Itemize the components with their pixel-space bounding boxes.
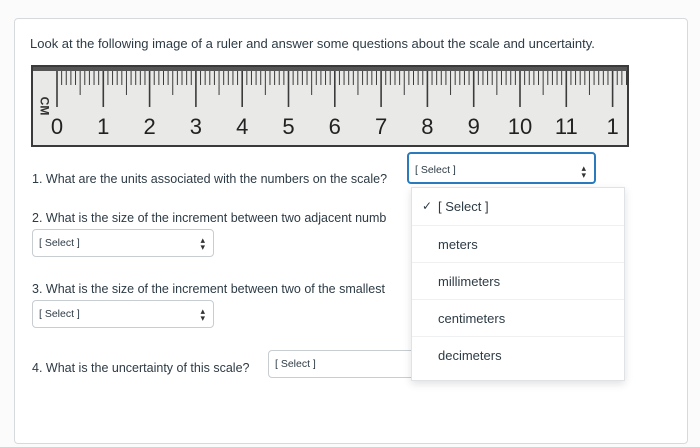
ruler-number-label: 2	[143, 114, 155, 139]
ruler-number-label: 7	[375, 114, 387, 139]
ruler-number-label: 0	[51, 114, 63, 139]
ruler-image: 0 1 2 3 4 5 6 7 8 9 10 11 1 CM	[31, 65, 629, 147]
ruler-number-label: 10	[508, 114, 532, 139]
question-1-select[interactable]: [ Select ] ▴ ▾	[407, 152, 596, 184]
dropdown-option-centimeters[interactable]: centimeters	[412, 299, 624, 336]
dropdown-option-meters[interactable]: meters	[412, 225, 624, 262]
updown-chevron-icon: ▴ ▾	[581, 163, 586, 180]
question-4-select-value: [ Select ]	[275, 358, 316, 370]
question-4-text: 4. What is the uncertainty of this scale…	[32, 361, 250, 375]
ruler-number-label: 8	[421, 114, 433, 139]
ruler-number-label: 1	[606, 114, 618, 139]
dropdown-option-label: [ Select ]	[438, 199, 489, 214]
dropdown-option-label: decimeters	[438, 348, 502, 363]
ruler-unit-label: CM	[37, 96, 52, 116]
dropdown-option-label: centimeters	[438, 311, 506, 326]
ruler-graphic: 0 1 2 3 4 5 6 7 8 9 10 11 1	[33, 67, 627, 139]
question-3-select-value: [ Select ]	[39, 308, 80, 320]
question-1-select-value: [ Select ]	[415, 164, 456, 176]
question-1-dropdown-list: ✓ [ Select ] meters millimeters centimet…	[411, 187, 625, 381]
ruler-number-label: 1	[97, 114, 109, 139]
ruler-edge	[33, 67, 627, 71]
ruler-number-label: 4	[236, 114, 248, 139]
checkmark-icon: ✓	[422, 199, 433, 213]
question-1-text: 1. What are the units associated with th…	[32, 172, 388, 186]
question-3-select[interactable]: [ Select ] ▴ ▾	[32, 300, 214, 328]
question-2-select-value: [ Select ]	[39, 237, 80, 249]
dropdown-option-label: meters	[438, 237, 478, 252]
question-prompt: Look at the following image of a ruler a…	[30, 36, 595, 51]
question-2-text: 2. What is the size of the increment bet…	[32, 211, 387, 225]
question-3-text: 3. What is the size of the increment bet…	[32, 282, 385, 296]
ruler-number-label: 5	[282, 114, 294, 139]
ruler-number-label: 6	[329, 114, 341, 139]
ruler-number-label: 11	[555, 114, 578, 139]
dropdown-option-select[interactable]: ✓ [ Select ]	[412, 188, 624, 225]
dropdown-option-label: millimeters	[438, 274, 501, 289]
question-2-select[interactable]: [ Select ] ▴ ▾	[32, 229, 214, 257]
ruler-number-label: 9	[468, 114, 480, 139]
dropdown-option-millimeters[interactable]: millimeters	[412, 262, 624, 299]
updown-chevron-icon: ▴ ▾	[200, 306, 205, 323]
ruler-number-label: 3	[190, 114, 202, 139]
dropdown-option-decimeters[interactable]: decimeters	[412, 336, 624, 373]
updown-chevron-icon: ▴ ▾	[200, 235, 205, 252]
